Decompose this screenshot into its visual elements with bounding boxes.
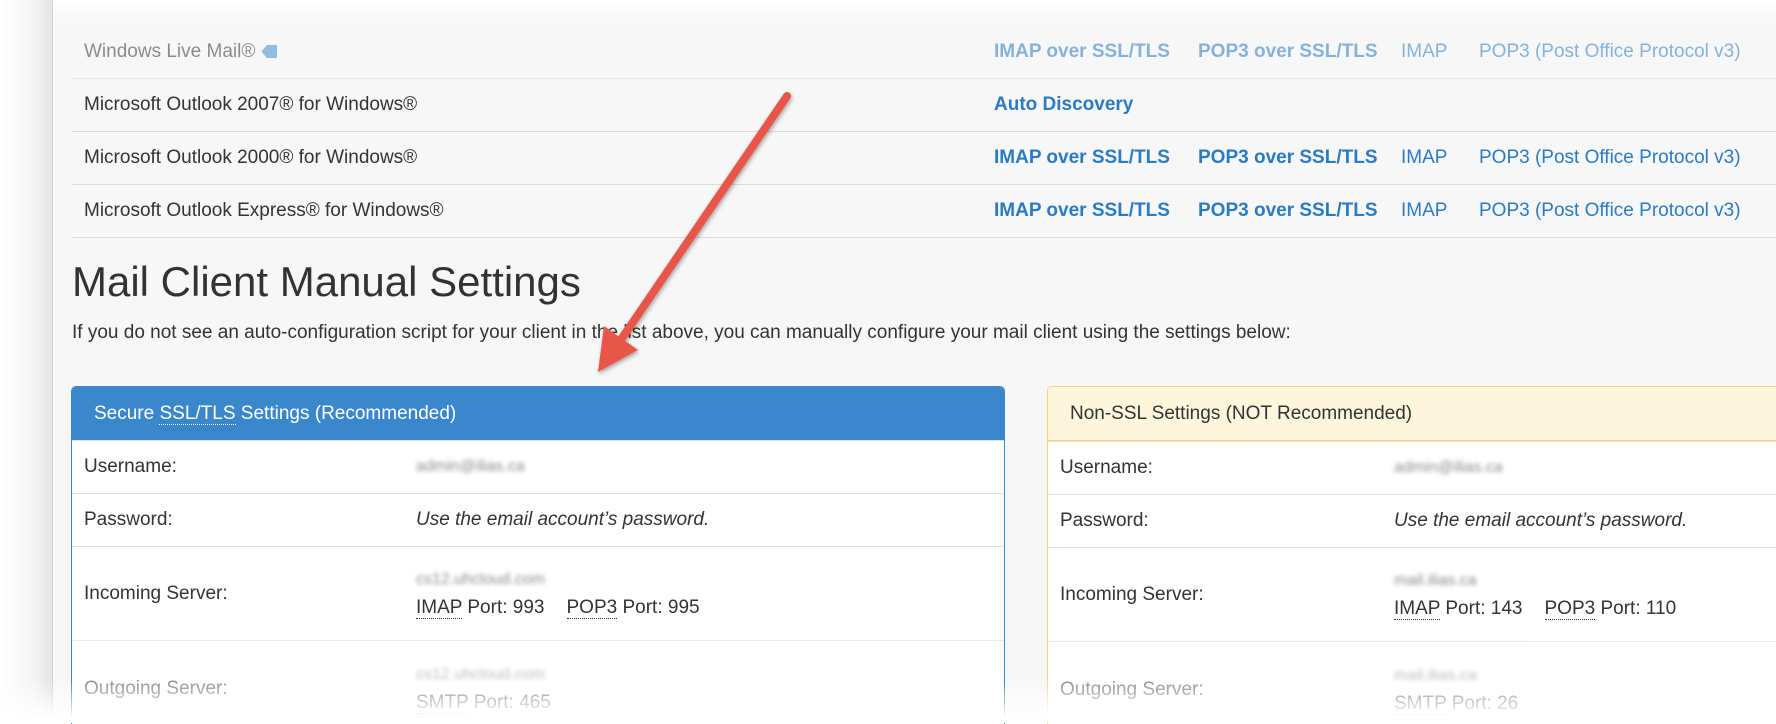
link-pop3-ssl[interactable]: POP3 over SSL/TLS	[1198, 132, 1378, 184]
link-imap-ssl[interactable]: IMAP over SSL/TLS	[994, 132, 1170, 184]
password-label: Password:	[84, 509, 173, 530]
client-name: Microsoft Outlook 2007® for Windows®	[84, 94, 418, 115]
incoming-value: cs12.uhcloud.com IMAP Port: 993 POP3 Port…	[416, 566, 700, 622]
nonssl-settings-panel: Non-SSL Settings (NOT Recommended) Usern…	[1047, 386, 1776, 724]
incoming-label: Incoming Server:	[84, 582, 228, 604]
username-label: Username:	[84, 456, 177, 477]
outgoing-value: mail.ilias.ca SMTP Port: 26	[1394, 662, 1518, 718]
mail-client-table: Windows Live Mail® IMAP over SSL/TLS POP…	[72, 26, 1776, 238]
incoming-server-row: Incoming Server: cs12.uhcloud.com IMAP P…	[72, 546, 1004, 640]
link-pop3[interactable]: POP3 (Post Office Protocol v3)	[1479, 26, 1741, 78]
password-value: Use the email account’s password.	[416, 509, 710, 530]
client-name: Microsoft Outlook Express® for Windows®	[84, 200, 444, 221]
link-imap[interactable]: IMAP	[1401, 185, 1447, 237]
outgoing-label: Outgoing Server:	[1060, 678, 1204, 700]
password-label: Password:	[1060, 510, 1149, 531]
tag-icon[interactable]	[261, 45, 278, 58]
link-pop3[interactable]: POP3 (Post Office Protocol v3)	[1479, 132, 1741, 184]
link-auto-discovery[interactable]: Auto Discovery	[994, 79, 1133, 131]
client-row-outlook-express: Microsoft Outlook Express® for Windows® …	[72, 185, 1776, 238]
client-row-windows-live-mail: Windows Live Mail® IMAP over SSL/TLS POP…	[72, 26, 1776, 79]
link-imap[interactable]: IMAP	[1401, 26, 1447, 78]
link-pop3-ssl[interactable]: POP3 over SSL/TLS	[1198, 185, 1378, 237]
page-title: Mail Client Manual Settings	[72, 258, 581, 305]
incoming-host: mail.ilias.ca	[1394, 571, 1477, 589]
incoming-label: Incoming Server:	[1060, 583, 1204, 605]
username-label: Username:	[1060, 457, 1153, 478]
outgoing-value: cs12.uhcloud.com SMTP Port: 465	[416, 661, 551, 717]
client-row-outlook-2007: Microsoft Outlook 2007® for Windows® Aut…	[72, 79, 1776, 132]
password-value: Use the email account’s password.	[1394, 510, 1688, 531]
top-fade	[53, 0, 1776, 18]
client-name: Microsoft Outlook 2000® for Windows®	[84, 147, 418, 168]
incoming-value: mail.ilias.ca IMAP Port: 143 POP3 Port: 1…	[1394, 567, 1676, 623]
link-imap-ssl[interactable]: IMAP over SSL/TLS	[994, 26, 1170, 78]
link-imap-ssl[interactable]: IMAP over SSL/TLS	[994, 185, 1170, 237]
outgoing-label: Outgoing Server:	[84, 677, 228, 699]
password-row: Password: Use the email account’s passwo…	[1048, 494, 1776, 547]
panel-heading: Non-SSL Settings (NOT Recommended)	[1048, 387, 1776, 441]
intro-text: If you do not see an auto-configuration …	[72, 322, 1291, 343]
username-row: Username: admin@ilias.ca	[1048, 441, 1776, 494]
ssl-tls-abbr: SSL/TLS	[159, 403, 236, 425]
secure-settings-panel: Secure SSL/TLS Settings (Recommended) Us…	[71, 386, 1005, 724]
left-shadow	[0, 0, 52, 723]
link-imap[interactable]: IMAP	[1401, 132, 1447, 184]
username-value: admin@ilias.ca	[1394, 459, 1503, 476]
incoming-server-row: Incoming Server: mail.ilias.ca IMAP Port…	[1048, 547, 1776, 641]
link-pop3-ssl[interactable]: POP3 over SSL/TLS	[1198, 26, 1378, 78]
panel-heading: Secure SSL/TLS Settings (Recommended)	[72, 387, 1004, 440]
outgoing-host: cs12.uhcloud.com	[416, 665, 545, 683]
incoming-host: cs12.uhcloud.com	[416, 570, 545, 588]
link-pop3[interactable]: POP3 (Post Office Protocol v3)	[1479, 185, 1741, 237]
outgoing-server-row: Outgoing Server: cs12.uhcloud.com SMTP P…	[72, 640, 1004, 724]
outgoing-server-row: Outgoing Server: mail.ilias.ca SMTP Port…	[1048, 641, 1776, 724]
client-name: Windows Live Mail®	[84, 26, 278, 78]
password-row: Password: Use the email account’s passwo…	[72, 493, 1004, 546]
outgoing-host: mail.ilias.ca	[1394, 666, 1477, 684]
username-value: admin@ilias.ca	[416, 458, 525, 475]
client-row-outlook-2000: Microsoft Outlook 2000® for Windows® IMA…	[72, 132, 1776, 185]
username-row: Username: admin@ilias.ca	[72, 440, 1004, 493]
